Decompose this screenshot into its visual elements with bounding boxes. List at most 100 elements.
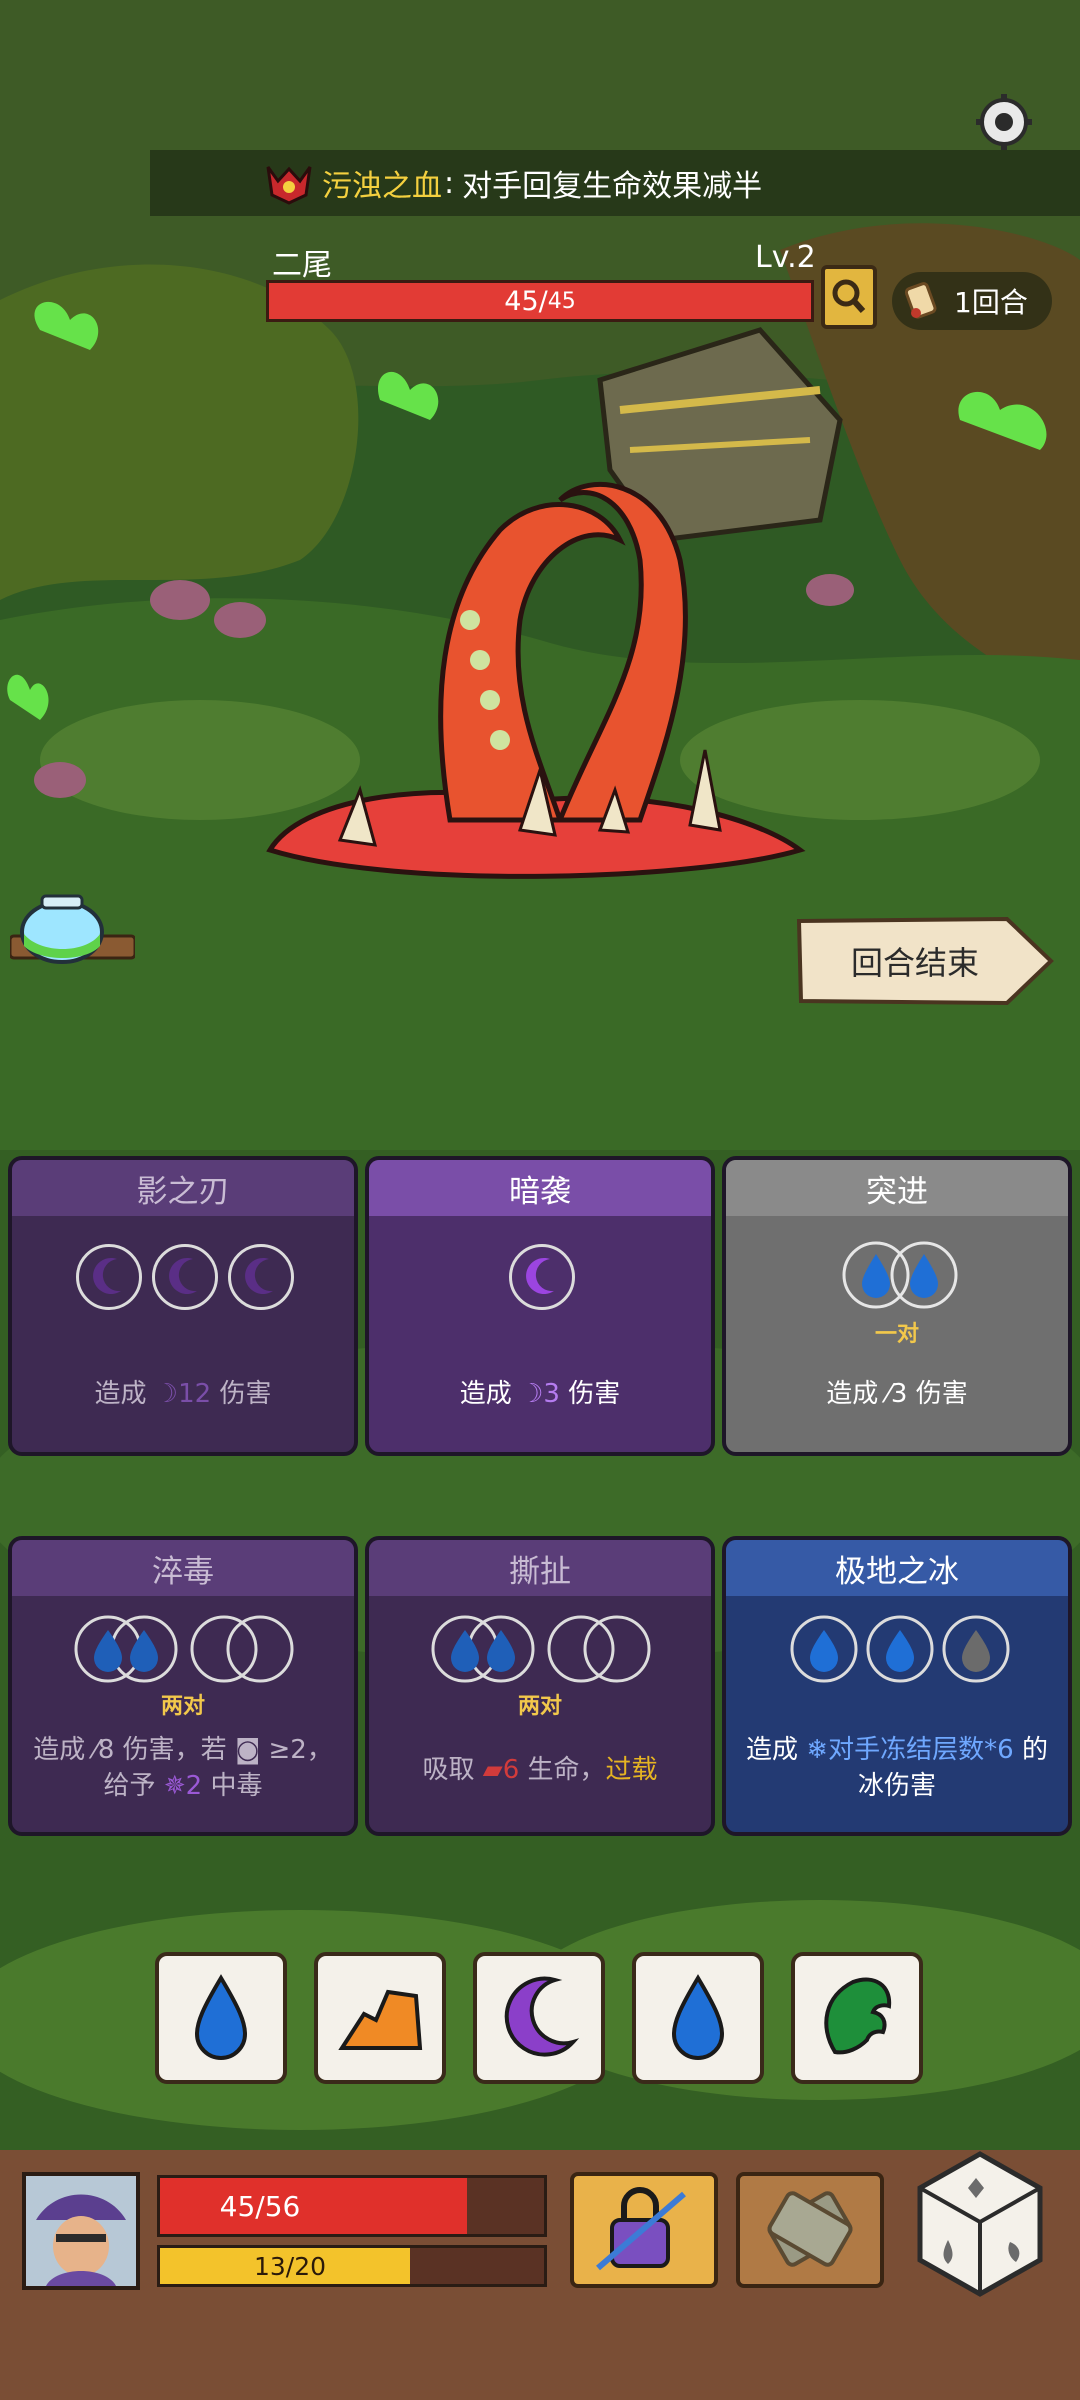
bandage-item-button[interactable] — [736, 2172, 884, 2288]
enemy-hp-separator: / — [538, 285, 548, 317]
status-effect-name: 污浊之血 — [322, 169, 442, 204]
card-title: 撕扯 — [369, 1540, 711, 1596]
desc-mid: 伤害，若 — [122, 1735, 227, 1765]
water-triple-slot — [790, 1615, 1010, 1683]
earth-shard-icon — [338, 1989, 423, 2050]
die-water[interactable] — [632, 1952, 764, 2084]
pair-label: 两对 — [160, 1694, 205, 1719]
two-pair-slot — [431, 1615, 651, 1683]
player-avatar[interactable] — [22, 2172, 140, 2290]
desc-value: 2 — [185, 1771, 203, 1801]
desc-line-1: 造成 ⁄8 伤害，若 ◙ ≥2， — [12, 1732, 354, 1768]
desc-suffix: 中毒 — [210, 1771, 263, 1801]
desc-prefix: 造成 — [826, 1379, 879, 1409]
card-title: 暗袭 — [369, 1160, 711, 1216]
card-description: 造成 ⁄3 伤害 — [726, 1376, 1068, 1412]
desc-value: 12 — [178, 1379, 212, 1409]
player-energy-bar: 13/20 — [157, 2245, 547, 2287]
moon-icon — [504, 1976, 580, 2057]
moon-icon: ☽ — [154, 1379, 179, 1409]
desc-prefix: 给予 — [103, 1771, 156, 1801]
card-description: 造成 ❄对手冻结层数*6 的 冰伤害 — [726, 1732, 1068, 1804]
desc-suffix: 伤害 — [915, 1379, 968, 1409]
moon-icon: ☽ — [520, 1379, 544, 1409]
moon-die-icon: ◙ — [234, 1735, 261, 1765]
snowflake-icon: ❄ — [806, 1735, 829, 1765]
desc-value: 6 — [502, 1755, 520, 1785]
die-water[interactable] — [155, 1952, 287, 2084]
card-title: 极地之冰 — [726, 1540, 1068, 1596]
desc-value: 3 — [543, 1379, 560, 1409]
card-description: 造成 ☽12 伤害 — [12, 1376, 354, 1412]
moon-die-slot — [152, 1244, 218, 1310]
skill-card-polar-ice[interactable]: 极地之冰 造成 ❄对手冻结层数*6 的 冰伤害 — [722, 1536, 1072, 1836]
desc-value: 3 — [890, 1379, 908, 1409]
settings-gear-icon[interactable] — [972, 90, 1036, 154]
die-moon[interactable] — [473, 1952, 605, 2084]
skill-card-charge[interactable]: 突进 一对 造成 ⁄3 伤害 — [722, 1156, 1072, 1456]
desc-prefix: 吸取 — [422, 1755, 475, 1785]
card-title: 影之刃 — [12, 1160, 354, 1216]
end-turn-label: 回合结束 — [850, 944, 979, 982]
bandage-icon — [767, 2191, 853, 2267]
reroll-dice-button[interactable] — [912, 2148, 1048, 2300]
card-description: 造成 ⁄8 伤害，若 ◙ ≥2， 给予 ✵2 中毒 — [12, 1732, 354, 1804]
pair-label: 两对 — [517, 1694, 562, 1719]
moon-die-slot — [76, 1244, 142, 1310]
desc-value: 8 — [97, 1735, 115, 1765]
desc-highlight: 对手冻结层数*6 — [828, 1735, 1014, 1765]
desc-prefix: 造成 — [33, 1735, 86, 1765]
desc-line-2: 冰伤害 — [857, 1771, 936, 1801]
round-label: 1回合 — [954, 286, 1028, 319]
status-effect-description: 对手回复生命效果减半 — [462, 169, 763, 204]
enemy-name: 二尾 — [272, 248, 332, 283]
locked-purse-icon — [596, 2187, 686, 2271]
desc-line-2: 给予 ✵2 中毒 — [12, 1768, 354, 1804]
enemy-hp-max: 45 — [547, 288, 576, 314]
desc-prefix: 造成 — [746, 1735, 799, 1765]
player-hp-text: 45/56 — [219, 2189, 301, 2223]
desc-condition: ≥2， — [268, 1735, 333, 1765]
desc-suffix: 伤害 — [568, 1379, 621, 1409]
pair-label: 一对 — [874, 1322, 919, 1347]
moon-die-slot — [509, 1244, 575, 1310]
scroll-icon — [904, 282, 937, 319]
desc-keyword: 过载 — [605, 1755, 658, 1785]
desc-prefix: 造成 — [94, 1379, 147, 1409]
moon-die-slot — [228, 1244, 294, 1310]
skill-card-ambush[interactable]: 暗袭 造成 ☽3 伤害 — [365, 1156, 715, 1456]
enemy-level: Lv.2 — [755, 240, 816, 275]
card-description: 吸取 ▰6 生命，过载 — [369, 1752, 711, 1788]
enemy-codex-button[interactable] — [821, 265, 877, 329]
drain-icon: ▰ — [482, 1755, 503, 1785]
poison-icon: ✵ — [163, 1771, 186, 1801]
die-leaf[interactable] — [791, 1952, 923, 2084]
round-counter: 1回合 — [892, 272, 1052, 330]
enemy-hp-current: 45 — [504, 285, 539, 317]
end-turn-button[interactable]: 回合结束 — [795, 915, 1055, 1007]
desc-prefix: 造成 — [459, 1379, 512, 1409]
card-title: 突进 — [726, 1160, 1068, 1216]
desc-line-1: 造成 ❄对手冻结层数*6 的 — [726, 1732, 1068, 1768]
desc-suffix: 伤害 — [219, 1379, 272, 1409]
locked-item-button[interactable] — [570, 2172, 718, 2288]
desc-suffix: 的 — [1021, 1735, 1048, 1765]
hero-portrait — [26, 2176, 136, 2286]
skill-card-poison-coat[interactable]: 淬毒 两对 造成 ⁄8 伤害，若 ◙ ≥2， 给予 ✵2 中毒 — [8, 1536, 358, 1836]
potion-jar-icon[interactable] — [10, 890, 135, 970]
two-pair-slot — [74, 1615, 294, 1683]
skill-card-shadow-blade[interactable]: 影之刃 造成 ☽12 伤害 — [8, 1156, 358, 1456]
player-energy-text: 13/20 — [253, 2251, 327, 2281]
magnifier-icon — [832, 279, 866, 314]
blood-curse-icon — [266, 166, 312, 205]
skill-card-tear[interactable]: 撕扯 两对 吸取 ▰6 生命，过载 — [365, 1536, 715, 1836]
enemy-hp-bar: 45 / 45 — [266, 280, 814, 322]
water-drop-icon — [194, 1974, 248, 2060]
status-effect-separator: : — [444, 165, 455, 201]
card-description: 造成 ☽3 伤害 — [369, 1376, 711, 1412]
die-earth[interactable] — [314, 1952, 446, 2084]
leaf-icon — [824, 1977, 892, 2055]
player-hp-bar: 45/56 — [157, 2175, 547, 2237]
water-drop-icon — [671, 1974, 725, 2060]
status-effect-banner[interactable]: 污浊之血 : 对手回复生命效果减半 — [150, 150, 1080, 216]
